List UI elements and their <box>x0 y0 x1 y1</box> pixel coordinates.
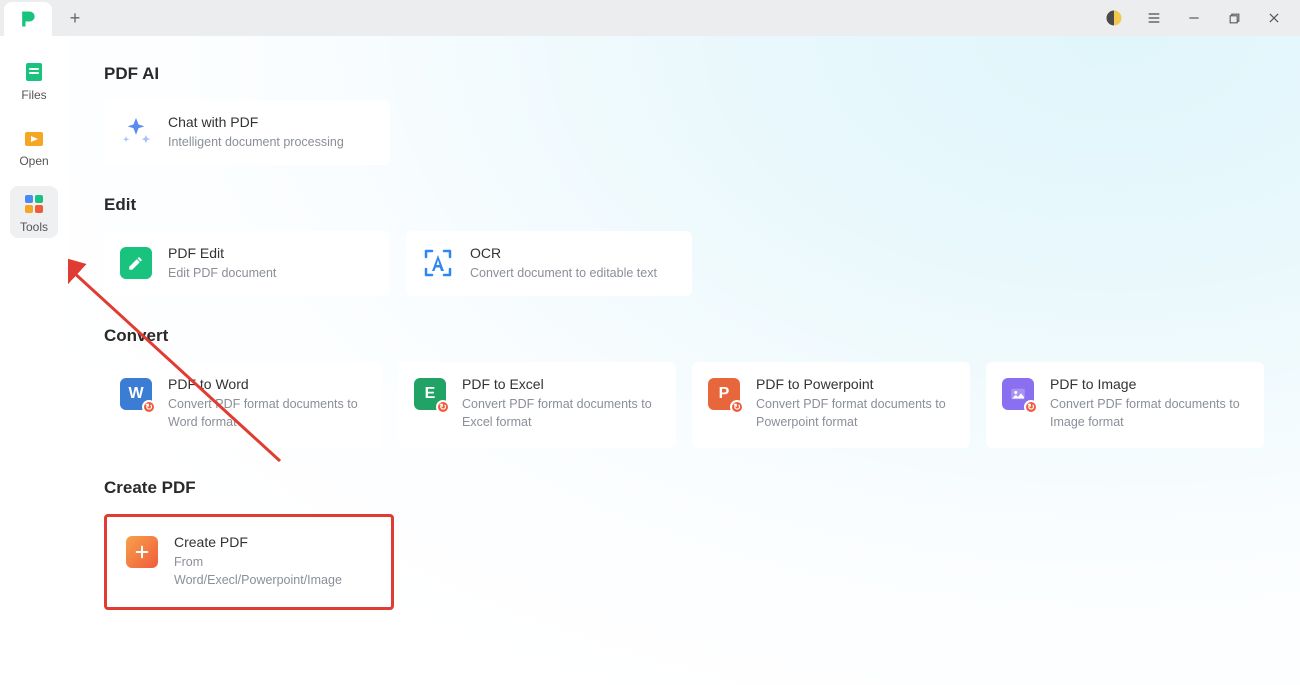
card-title: PDF to Powerpoint <box>756 376 952 392</box>
app-tab[interactable] <box>4 2 52 36</box>
row-pdf-ai: Chat with PDF Intelligent document proce… <box>104 100 1264 165</box>
maximize-button[interactable] <box>1218 2 1250 34</box>
excel-icon: E↻ <box>412 376 448 412</box>
section-title-create: Create PDF <box>104 478 1264 498</box>
sidebar-item-open[interactable]: Open <box>10 120 58 172</box>
image-icon: ↻ <box>1000 376 1036 412</box>
row-create: Create PDF From Word/Execl/Powerpoint/Im… <box>104 514 1264 609</box>
new-tab-button[interactable]: + <box>58 1 92 35</box>
row-edit: PDF Edit Edit PDF document OCR Convert d… <box>104 231 1264 296</box>
card-pdf-to-excel[interactable]: E↻ PDF to Excel Convert PDF format docum… <box>398 362 676 448</box>
card-desc: Convert PDF format documents to Word for… <box>168 395 364 431</box>
card-desc: Intelligent document processing <box>168 133 344 151</box>
card-title: OCR <box>470 245 657 261</box>
main-content: PDF AI Chat with PDF Intelligent documen… <box>68 36 1300 685</box>
sidebar-item-label: Tools <box>20 220 48 234</box>
open-icon <box>22 126 46 150</box>
menu-icon[interactable] <box>1138 2 1170 34</box>
card-pdf-to-image[interactable]: ↻ PDF to Image Convert PDF format docume… <box>986 362 1264 448</box>
sidebar-item-label: Open <box>19 154 48 168</box>
card-title: Chat with PDF <box>168 114 344 130</box>
app-logo-icon <box>18 9 38 29</box>
sidebar: Files Open Tools <box>0 36 68 685</box>
card-title: PDF to Image <box>1050 376 1246 392</box>
card-desc: Convert PDF format documents to Powerpoi… <box>756 395 952 431</box>
card-chat-with-pdf[interactable]: Chat with PDF Intelligent document proce… <box>104 100 390 165</box>
ocr-icon <box>420 245 456 281</box>
powerpoint-icon: P↻ <box>706 376 742 412</box>
sidebar-item-tools[interactable]: Tools <box>10 186 58 238</box>
sidebar-item-files[interactable]: Files <box>10 54 58 106</box>
title-bar: + <box>0 0 1300 36</box>
row-convert: W↻ PDF to Word Convert PDF format docume… <box>104 362 1264 448</box>
pdf-edit-icon <box>118 245 154 281</box>
minimize-button[interactable] <box>1178 2 1210 34</box>
files-icon <box>22 60 46 84</box>
card-ocr[interactable]: OCR Convert document to editable text <box>406 231 692 296</box>
section-title-convert: Convert <box>104 326 1264 346</box>
create-pdf-icon <box>124 534 160 570</box>
card-pdf-to-word[interactable]: W↻ PDF to Word Convert PDF format docume… <box>104 362 382 448</box>
card-title: PDF to Word <box>168 376 364 392</box>
card-title: PDF Edit <box>168 245 276 261</box>
tools-icon <box>22 192 46 216</box>
title-bar-left: + <box>0 0 92 36</box>
card-desc: Convert PDF format documents to Excel fo… <box>462 395 658 431</box>
card-desc: Convert document to editable text <box>470 264 657 282</box>
sidebar-item-label: Files <box>21 88 46 102</box>
close-button[interactable] <box>1258 2 1290 34</box>
word-icon: W↻ <box>118 376 154 412</box>
card-desc: From Word/Execl/Powerpoint/Image <box>174 553 370 589</box>
theme-icon[interactable] <box>1098 2 1130 34</box>
card-title: Create PDF <box>174 534 370 550</box>
card-desc: Convert PDF format documents to Image fo… <box>1050 395 1246 431</box>
card-title: PDF to Excel <box>462 376 658 392</box>
plus-icon: + <box>70 8 81 29</box>
card-desc: Edit PDF document <box>168 264 276 282</box>
card-create-pdf[interactable]: Create PDF From Word/Execl/Powerpoint/Im… <box>110 520 388 603</box>
ai-sparkle-icon <box>118 114 154 150</box>
title-bar-right <box>1098 2 1296 34</box>
section-title-pdf-ai: PDF AI <box>104 64 1264 84</box>
card-pdf-edit[interactable]: PDF Edit Edit PDF document <box>104 231 390 296</box>
body: Files Open Tools <box>0 36 1300 685</box>
app-window: + <box>0 0 1300 685</box>
section-title-edit: Edit <box>104 195 1264 215</box>
annotation-highlight: Create PDF From Word/Execl/Powerpoint/Im… <box>104 514 394 609</box>
card-pdf-to-powerpoint[interactable]: P↻ PDF to Powerpoint Convert PDF format … <box>692 362 970 448</box>
